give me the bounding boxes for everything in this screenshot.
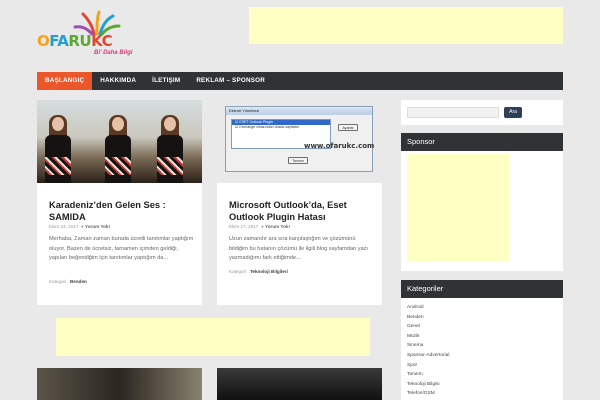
category-link[interactable]: Sinema — [407, 341, 563, 351]
category-link[interactable]: Spor — [407, 361, 563, 371]
logo-wordmark: OFARUKC — [37, 32, 113, 50]
post-category: Kategori : Teknoloji Bilgileri — [229, 269, 288, 274]
nav-item-home[interactable]: Başlangıç — [37, 72, 93, 90]
post-date: Ekim 23, 2017 — [49, 224, 79, 229]
post-meta: Ekim 23, 2017 ● Yorum Yok! — [49, 224, 110, 229]
nav-item-about[interactable]: Hakkımda — [92, 72, 144, 90]
post-thumbnail[interactable] — [217, 368, 382, 400]
post-thumbnail[interactable] — [37, 100, 202, 183]
post-category-link[interactable]: Benden — [70, 279, 87, 284]
category-link[interactable]: Genel — [407, 322, 563, 332]
comment-icon: ● — [80, 224, 84, 229]
search-button[interactable]: Ara — [504, 107, 522, 118]
nav-item-sponsor[interactable]: Reklam – Sponsor — [188, 72, 273, 90]
category-link[interactable]: Benden — [407, 313, 563, 323]
post-title[interactable]: Microsoft Outlook’da, Eset Outlook Plugi… — [229, 199, 374, 223]
post-meta: Ekim 17, 2017 ● Yorum Yok! — [229, 224, 290, 229]
post-comments-link[interactable]: Yorum Yok! — [265, 224, 290, 229]
post-excerpt: Uzun zamandır ara sıra karşılaştığım ve … — [229, 236, 368, 262]
post-thumbnail[interactable] — [37, 368, 202, 400]
category-link[interactable]: Android — [407, 303, 563, 313]
search-input[interactable] — [407, 107, 499, 118]
category-link[interactable]: Tanıtım — [407, 370, 563, 380]
main-nav: Başlangıç Hakkımda İletişim Reklam – Spo… — [37, 72, 563, 90]
category-link[interactable]: Telefon/GSM — [407, 389, 563, 399]
sponsor-ad-banner[interactable] — [407, 154, 509, 262]
post-date: Ekim 17, 2017 — [229, 224, 259, 229]
sponsor-widget — [401, 151, 563, 271]
content-ad-banner[interactable] — [56, 318, 370, 356]
nav-item-contact[interactable]: İletişim — [144, 72, 188, 90]
post-card: Eklenti Yöneticisi ☑ ESET Outlook Plugin… — [217, 100, 382, 305]
category-link[interactable]: Teknoloji Bilgisi — [407, 380, 563, 390]
post-category: Kategori : Benden — [49, 279, 87, 284]
sponsor-widget-title: Sponsor — [401, 133, 563, 151]
categories-widget: Android Benden Genel Müzik Sinema Sponso… — [401, 298, 563, 400]
comment-icon: ● — [260, 224, 264, 229]
post-card: Karadeniz’den Gelen Ses : SAMIDA Ekim 23… — [37, 100, 202, 305]
category-link[interactable]: Müzik — [407, 332, 563, 342]
post-thumbnail[interactable]: Eklenti Yöneticisi ☑ ESET Outlook Plugin… — [217, 100, 382, 183]
header-ad-banner[interactable] — [249, 7, 563, 44]
thumbnail-dialog: Eklenti Yöneticisi ☑ ESET Outlook Plugin… — [225, 106, 374, 172]
logo-tagline: Bi' Daha Bilgi — [94, 50, 133, 56]
categories-widget-title: Kategoriler — [401, 280, 563, 298]
category-link[interactable]: Sponsor-Advertorial — [407, 351, 563, 361]
search-widget: Ara — [401, 100, 563, 125]
post-comments-link[interactable]: Yorum Yok! — [85, 224, 110, 229]
post-excerpt: Merhaba, Zaman zaman burada ücretli tanı… — [49, 236, 194, 262]
site-logo[interactable]: OFARUKC Bi' Daha Bilgi — [37, 10, 137, 60]
post-title[interactable]: Karadeniz’den Gelen Ses : SAMIDA — [49, 199, 194, 223]
post-category-link[interactable]: Teknoloji Bilgileri — [250, 269, 288, 274]
